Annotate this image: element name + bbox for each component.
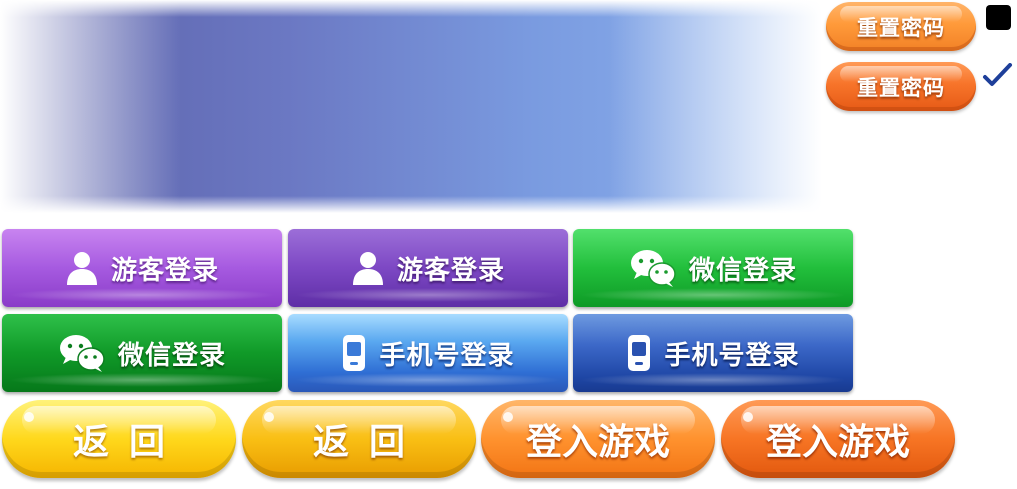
phone-login-button[interactable]: 手机号登录 <box>288 314 568 392</box>
gradient-banner <box>0 0 822 213</box>
back-button[interactable]: 返回 <box>2 400 236 478</box>
reset-password-label: 重置密码 <box>857 15 945 40</box>
checkbox-unchecked-icon[interactable] <box>986 5 1011 30</box>
user-icon <box>65 250 99 286</box>
wechat-icon <box>58 333 106 373</box>
phone-login-button-pressed[interactable]: 手机号登录 <box>573 314 853 392</box>
enter-game-label: 登入游戏 <box>525 422 670 463</box>
guest-login-label: 游客登录 <box>110 255 219 286</box>
wechat-login-button-pressed[interactable]: 微信登录 <box>2 314 282 392</box>
phone-login-label: 手机号登录 <box>664 340 800 371</box>
back-label: 返回 <box>312 422 425 463</box>
back-label: 返回 <box>72 422 185 463</box>
phone-login-label: 手机号登录 <box>379 340 515 371</box>
user-icon <box>351 250 385 286</box>
sprite-sheet: 重置密码 重置密码 游客登录 游客登录 微信登录 微信登录 手机号登录 手机号登… <box>0 0 1017 489</box>
phone-icon <box>341 333 367 373</box>
checkmark-icon[interactable] <box>981 63 1015 95</box>
guest-login-button-pressed[interactable]: 游客登录 <box>288 229 568 307</box>
phone-icon <box>626 333 652 373</box>
enter-game-label: 登入游戏 <box>765 422 910 463</box>
wechat-login-button[interactable]: 微信登录 <box>573 229 853 307</box>
reset-password-button[interactable]: 重置密码 <box>826 2 976 51</box>
guest-login-button[interactable]: 游客登录 <box>2 229 282 307</box>
reset-password-label: 重置密码 <box>857 75 945 100</box>
wechat-login-label: 微信登录 <box>117 340 226 371</box>
enter-game-button[interactable]: 登入游戏 <box>481 400 715 478</box>
enter-game-button-pressed[interactable]: 登入游戏 <box>721 400 955 478</box>
wechat-icon <box>629 248 677 288</box>
wechat-login-label: 微信登录 <box>688 255 797 286</box>
back-button-pressed[interactable]: 返回 <box>242 400 476 478</box>
guest-login-label: 游客登录 <box>396 255 505 286</box>
reset-password-button-pressed[interactable]: 重置密码 <box>826 62 976 111</box>
